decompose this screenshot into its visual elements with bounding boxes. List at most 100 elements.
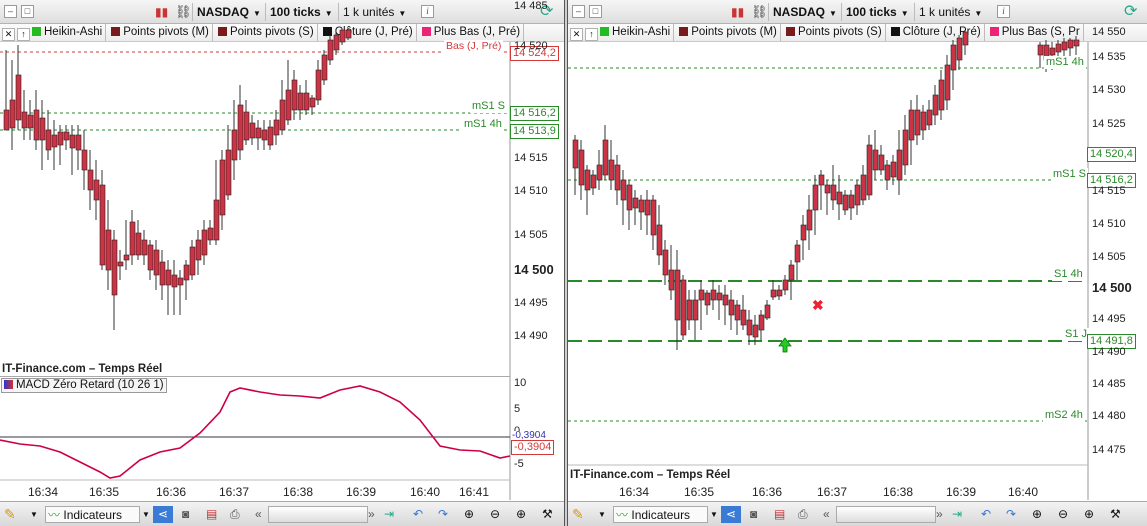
candle-body <box>860 174 867 201</box>
time-axis-label: 16:39 <box>346 485 377 499</box>
report-icon[interactable]: ▤ <box>774 506 785 523</box>
price-axis-label: 14 530 <box>1092 84 1126 96</box>
candle-body <box>81 149 88 171</box>
ms24h-label: mS2 4h <box>1043 409 1085 422</box>
chevron-down-icon[interactable]: ▼ <box>710 506 718 523</box>
share-icon[interactable]: ⋖ <box>721 506 741 523</box>
candle-body <box>614 164 621 191</box>
macd-separator <box>0 376 510 377</box>
time-axis-label: 16:35 <box>89 485 120 499</box>
camera-icon[interactable]: ◙ <box>750 506 757 523</box>
camera-icon[interactable]: ◙ <box>182 506 189 523</box>
tools-icon[interactable]: ⚒ <box>542 506 553 523</box>
macd-legend[interactable]: MACD Zéro Retard (10 26 1) <box>1 378 167 393</box>
candle-body <box>602 139 609 176</box>
time-axis-label: 16:40 <box>1008 485 1039 499</box>
candle-body <box>123 254 130 261</box>
data-source-label: IT-Finance.com – Temps Réel <box>2 363 163 375</box>
chevron-down-icon[interactable]: ▼ <box>598 506 606 523</box>
zoom-in-icon[interactable]: ⊕ <box>516 506 526 523</box>
candle-body <box>680 279 687 336</box>
print-icon[interactable]: ⎙ <box>230 506 240 523</box>
candle-body <box>321 54 328 81</box>
jump-last-icon[interactable]: ⇥ <box>384 506 394 523</box>
candle-body <box>9 99 16 129</box>
candle-body <box>1037 44 1044 56</box>
ms14h-label: mS1 4h <box>1044 56 1086 69</box>
chevron-down-icon[interactable]: ▼ <box>142 506 150 523</box>
candle-body <box>261 129 268 141</box>
macd-line <box>0 385 511 479</box>
redo-icon[interactable]: ↷ <box>1006 506 1016 523</box>
zoom-out-icon[interactable]: ⊖ <box>490 506 500 523</box>
candle-body <box>932 94 939 116</box>
candle-body <box>327 39 334 61</box>
indicators-button[interactable]: 〰 Indicateurs <box>613 506 708 523</box>
pencil-icon[interactable]: ✎ <box>572 506 584 523</box>
report-icon[interactable]: ▤ <box>206 506 217 523</box>
print-icon[interactable]: ⎙ <box>798 506 808 523</box>
candle-body <box>674 269 681 321</box>
candle-body <box>698 289 705 301</box>
scroll-end-icon[interactable]: » <box>936 506 943 523</box>
zoom-in-icon[interactable]: ⊕ <box>1084 506 1094 523</box>
candle-body <box>141 239 148 256</box>
candle-body <box>728 299 735 316</box>
indicators-button[interactable]: 〰 Indicateurs <box>45 506 140 523</box>
zoom-out-icon[interactable]: ⊖ <box>1058 506 1068 523</box>
pencil-icon[interactable]: ✎ <box>4 506 16 523</box>
indicator-chart-icon: 〰 <box>616 508 629 522</box>
candle-body <box>758 314 765 331</box>
candle-body <box>956 37 963 61</box>
horizontal-scrollbar[interactable] <box>268 506 368 523</box>
candle-body <box>117 261 124 267</box>
price-axis-label: 14 505 <box>1092 251 1126 263</box>
candle-body <box>686 299 693 321</box>
candle-body <box>33 109 40 141</box>
scroll-start-icon[interactable]: « <box>255 506 262 523</box>
candle-body <box>309 97 316 108</box>
candle-body <box>692 299 699 321</box>
zoom-fit-icon[interactable]: ⊕ <box>464 506 474 523</box>
candle-body <box>63 131 70 141</box>
candle-body <box>297 92 304 111</box>
horizontal-scrollbar[interactable] <box>836 506 936 523</box>
candle-body <box>339 29 346 43</box>
price-axis-label: 14 500 <box>514 262 554 277</box>
scroll-end-icon[interactable]: » <box>368 506 375 523</box>
share-icon[interactable]: ⋖ <box>153 506 173 523</box>
undo-icon[interactable]: ↶ <box>413 506 423 523</box>
time-axis-label: 16:37 <box>817 485 848 499</box>
candle-body <box>1073 39 1080 47</box>
jump-last-icon[interactable]: ⇥ <box>952 506 962 523</box>
candle-body <box>1055 43 1062 53</box>
candle-body <box>285 89 292 121</box>
price-axis-label: 14 495 <box>1092 313 1126 325</box>
price-axis-label: 14 515 <box>514 152 548 164</box>
tools-icon[interactable]: ⚒ <box>1110 506 1121 523</box>
candle-body <box>345 29 352 39</box>
candle-body <box>902 129 909 166</box>
candle-body <box>177 277 184 286</box>
candle-body <box>1061 41 1068 51</box>
chevron-down-icon[interactable]: ▼ <box>30 506 38 523</box>
close-value: 14 520,4 <box>1087 147 1136 162</box>
swatch-icon <box>4 380 13 389</box>
zoom-fit-icon[interactable]: ⊕ <box>1032 506 1042 523</box>
redo-icon[interactable]: ↷ <box>438 506 448 523</box>
price-axis-label: 14 525 <box>1092 118 1126 130</box>
data-source-label: IT-Finance.com – Temps Réel <box>570 469 731 481</box>
price-axis-label: 14 475 <box>1092 444 1126 456</box>
candle-body <box>1049 47 1056 56</box>
scroll-start-icon[interactable]: « <box>823 506 830 523</box>
candle-body <box>291 79 298 111</box>
candle-body <box>752 324 759 338</box>
right-price-chart[interactable]: ✖ <box>568 0 1147 526</box>
candle-body <box>854 184 861 206</box>
left-price-chart[interactable] <box>0 0 565 526</box>
candle-body <box>626 184 633 211</box>
candle-body <box>147 244 154 271</box>
s14h-label: S1 4h <box>1052 268 1085 281</box>
undo-icon[interactable]: ↶ <box>981 506 991 523</box>
time-axis-label: 16:37 <box>219 485 250 499</box>
